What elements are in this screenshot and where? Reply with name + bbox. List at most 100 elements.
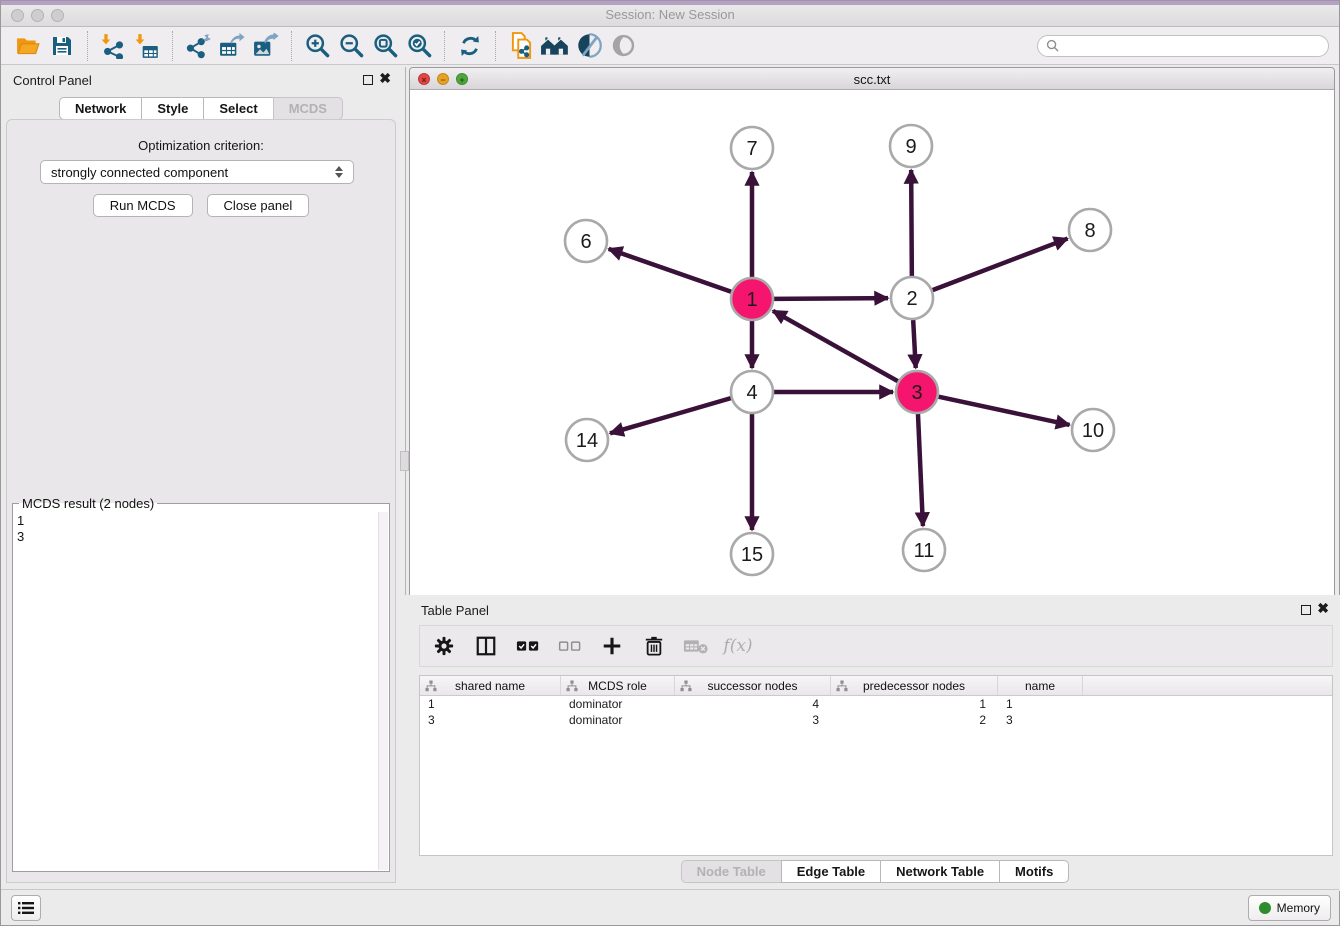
table-cell[interactable]: dominator (561, 696, 675, 712)
table-toolbar: f(x) (419, 625, 1333, 667)
control-panel-title: Control Panel (13, 73, 92, 88)
graph-edge-1-2[interactable] (774, 298, 888, 299)
panel-splitter-handle[interactable] (400, 451, 409, 471)
table-cell[interactable]: 1 (420, 696, 561, 712)
toolbar-separator (291, 31, 292, 61)
tab-motifs[interactable]: Motifs (999, 860, 1069, 883)
table-panel: Table Panel ✖ (409, 595, 1340, 891)
table-row[interactable]: 1dominator411 (420, 696, 1332, 712)
table-settings-icon[interactable] (430, 632, 458, 660)
main-toolbar (1, 27, 1339, 65)
tab-network-table[interactable]: Network Table (880, 860, 1000, 883)
toggle-visibility-icon[interactable] (606, 30, 640, 62)
import-network-icon[interactable] (96, 30, 130, 62)
close-panel-button[interactable]: Close panel (207, 194, 310, 217)
graph-node-label-1: 1 (746, 289, 757, 311)
table-cell[interactable]: 3 (998, 712, 1083, 728)
deselect-all-icon[interactable] (556, 632, 584, 660)
select-all-icon[interactable] (514, 632, 542, 660)
mcds-result-scrollbar[interactable] (378, 512, 388, 870)
home-icon[interactable] (538, 30, 572, 62)
table-cell[interactable]: 3 (420, 712, 561, 728)
refresh-icon[interactable] (453, 30, 487, 62)
function-builder-icon[interactable]: f(x) (724, 632, 752, 660)
mcds-tab-content: Optimization criterion: strongly connect… (6, 119, 396, 883)
zoom-in-icon[interactable] (300, 30, 334, 62)
graph-edge-1-6[interactable] (609, 249, 732, 292)
export-table-icon[interactable] (215, 30, 249, 62)
delete-table-icon[interactable] (682, 632, 710, 660)
zoom-out-icon[interactable] (334, 30, 368, 62)
memory-button[interactable]: Memory (1248, 895, 1331, 921)
graph-edge-2-9[interactable] (911, 170, 912, 276)
column-header-name[interactable]: name (998, 676, 1083, 695)
run-mcds-button[interactable]: Run MCDS (93, 194, 193, 217)
application-window: Session: New Session (0, 0, 1340, 926)
add-row-icon[interactable] (598, 632, 626, 660)
save-session-icon[interactable] (45, 30, 79, 62)
toolbar-separator (495, 31, 496, 61)
delete-row-icon[interactable] (640, 632, 668, 660)
graph-edge-2-8[interactable] (933, 239, 1068, 291)
tab-edge-table[interactable]: Edge Table (781, 860, 881, 883)
graph-edge-4-14[interactable] (610, 398, 731, 433)
export-image-icon[interactable] (249, 30, 283, 62)
column-header-shared-name[interactable]: shared name (420, 676, 561, 695)
mcds-result-text[interactable]: 1 3 (17, 513, 375, 867)
task-list-icon (18, 901, 34, 915)
toolbar-separator (87, 31, 88, 61)
table-panel-header: Table Panel ✖ (409, 595, 1340, 625)
window-top-accent (1, 1, 1339, 5)
close-panel-icon[interactable]: ✖ (379, 70, 391, 87)
toolbar-separator (172, 31, 173, 61)
column-header-successor-nodes[interactable]: successor nodes (675, 676, 831, 695)
column-header-MCDS-role[interactable]: MCDS role (561, 676, 675, 695)
float-table-panel-icon[interactable] (1301, 605, 1311, 615)
memory-button-label: Memory (1277, 901, 1320, 915)
import-table-icon[interactable] (130, 30, 164, 62)
criterion-dropdown[interactable]: strongly connected component (40, 160, 354, 184)
close-table-panel-icon[interactable]: ✖ (1317, 600, 1329, 617)
status-bar: Memory (1, 889, 1339, 925)
network-view-window: × − + scc.txt 1234678910111415 (409, 67, 1335, 595)
mcds-result-title: MCDS result (2 nodes) (19, 496, 157, 511)
graph-edge-2-3[interactable] (913, 320, 916, 368)
float-panel-icon[interactable] (363, 75, 373, 85)
graph-edge-3-11[interactable] (918, 414, 923, 526)
table-cell[interactable]: 3 (675, 712, 831, 728)
search-input[interactable] (1064, 39, 1320, 53)
table-row[interactable]: 3dominator323 (420, 712, 1332, 728)
zoom-fit-icon[interactable] (368, 30, 402, 62)
graph-node-label-6: 6 (580, 231, 591, 253)
table-cell[interactable]: 1 (831, 696, 998, 712)
memory-status-icon (1259, 902, 1271, 914)
tab-select[interactable]: Select (203, 97, 273, 120)
graph-edge-3-10[interactable] (939, 397, 1070, 425)
graph-node-label-8: 8 (1084, 220, 1095, 242)
graph-node-label-14: 14 (576, 430, 598, 452)
tab-mcds[interactable]: MCDS (273, 97, 343, 120)
window-titlebar: Session: New Session (1, 1, 1339, 27)
apply-style-icon[interactable] (572, 30, 606, 62)
show-columns-icon[interactable] (472, 632, 500, 660)
table-cell[interactable]: 1 (998, 696, 1083, 712)
table-cell[interactable]: dominator (561, 712, 675, 728)
table-panel-tabs: Node TableEdge TableNetwork TableMotifs (409, 860, 1340, 883)
open-session-icon[interactable] (11, 30, 45, 62)
graph-edge-3-1[interactable] (773, 311, 898, 381)
export-network-icon[interactable] (181, 30, 215, 62)
network-canvas[interactable]: 1234678910111415 (410, 90, 1334, 595)
zoom-selected-icon[interactable] (402, 30, 436, 62)
clone-network-icon[interactable] (504, 30, 538, 62)
column-header-predecessor-nodes[interactable]: predecessor nodes (831, 676, 998, 695)
table-panel-title: Table Panel (421, 603, 489, 618)
task-history-button[interactable] (11, 895, 41, 921)
graph-node-label-4: 4 (746, 382, 757, 404)
tab-style[interactable]: Style (141, 97, 204, 120)
graph-node-label-7: 7 (746, 138, 757, 160)
tab-node-table[interactable]: Node Table (681, 860, 782, 883)
search-field[interactable] (1037, 35, 1329, 57)
table-cell[interactable]: 4 (675, 696, 831, 712)
table-cell[interactable]: 2 (831, 712, 998, 728)
tab-network[interactable]: Network (59, 97, 142, 120)
